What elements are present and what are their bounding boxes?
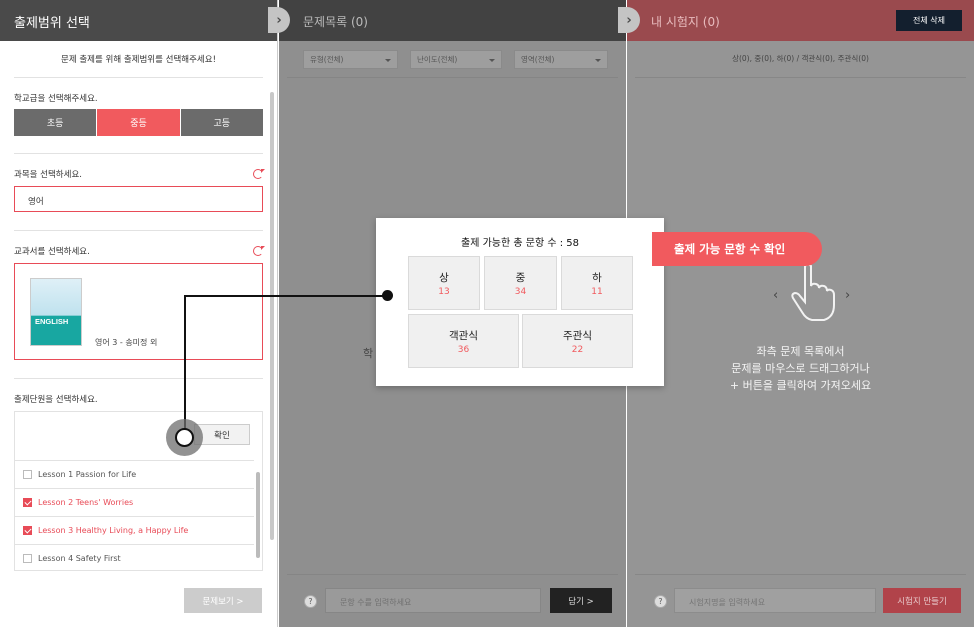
help-icon[interactable]: ? (654, 595, 667, 608)
cell-value: 22 (571, 345, 584, 355)
panel-title: 출제범위 선택 (0, 0, 277, 41)
school-level-tabs: 초등 중등 고등 (14, 109, 263, 136)
cell-label: 주관식 (563, 330, 592, 342)
cell-label: 하 (592, 272, 602, 284)
unit-item-label: Lesson 1 Passion for Life (38, 470, 137, 479)
unit-item[interactable]: Lesson 2 Teens' Worries (15, 488, 254, 516)
unit-list-scrollbar[interactable] (256, 472, 260, 558)
help-icon[interactable]: ? (304, 595, 317, 608)
subject-section: 과목을 선택하세요. 영어 (14, 154, 265, 231)
filter-bar: 유형(전체) 난이도(전체) 영역(전체) (303, 50, 608, 69)
textbook-label: 교과서를 선택하세요. (14, 247, 90, 257)
left-panel-scrollbar[interactable] (270, 92, 274, 540)
unit-label: 출제단원을 선택하세요. (14, 395, 98, 405)
checkbox-icon[interactable] (23, 554, 32, 563)
make-test-button[interactable]: 시험지 만들기 (883, 588, 961, 613)
unit-item-label: Lesson 2 Teens' Worries (38, 498, 134, 507)
view-questions-button[interactable]: 문제보기 > (184, 588, 262, 613)
level-button-high[interactable]: 고등 (180, 109, 263, 136)
cell-label: 중 (515, 272, 526, 284)
test-summary: 상(0), 중(0), 하(0) / 객관식(0), 주관식(0) (732, 54, 869, 63)
click-indicator-icon (166, 419, 203, 456)
unit-item[interactable]: Lesson 1 Passion for Life (15, 460, 254, 488)
hint-line: 좌측 문제 목록에서 (756, 345, 845, 358)
type-cell-multiple-choice: 객관식 36 (408, 314, 519, 368)
cell-value: 36 (457, 345, 470, 355)
chevron-left-icon: ‹ (773, 288, 779, 303)
school-level-section: 학교급을 선택해주세요. 초등 중등 고등 (14, 78, 263, 154)
area-filter-select[interactable]: 영역(전체) (514, 50, 608, 69)
divider (287, 574, 618, 575)
textbook-card[interactable]: ENGLISH 영어 3 - 송미정 외 (14, 263, 263, 360)
divider (287, 77, 618, 78)
delete-all-button[interactable]: 전체 삭제 (896, 10, 962, 31)
subject-label: 과목을 선택하세요. (14, 170, 82, 180)
unit-item-label: Lesson 4 Safety First (38, 554, 121, 563)
popup-title: 출제 가능한 총 문항 수 : 58 (461, 238, 579, 249)
cell-value: 34 (514, 287, 527, 297)
type-filter-select[interactable]: 유형(전체) (303, 50, 398, 69)
connector-line (184, 295, 388, 297)
refresh-icon[interactable] (253, 169, 265, 179)
my-test-panel: 내 시험지 (0) 전체 삭제 상(0), 중(0), 하(0) / 객관식(0… (627, 0, 974, 627)
drag-hint-text: 좌측 문제 목록에서 문제를 마우스로 드래그하거나 + 버튼을 클릭하여 가져… (627, 343, 974, 394)
hint-line: 문제를 마우스로 드래그하거나 (731, 362, 870, 375)
chevron-right-icon: › (845, 288, 851, 303)
checkbox-checked-icon[interactable] (23, 526, 32, 535)
cell-label: 상 (439, 272, 449, 284)
checkbox-checked-icon[interactable] (23, 498, 32, 507)
callout-badge: 출제 가능 문항 수 확인 (652, 232, 822, 266)
connector-dot (382, 290, 393, 301)
empty-list-text: 학 (363, 347, 374, 360)
notice-text: 문제 출제를 위해 출제범위를 선택해주세요! (14, 41, 263, 78)
test-name-input[interactable]: 시험지명을 입력하세요 (674, 588, 876, 613)
school-level-label: 학교급을 선택해주세요. (14, 94, 98, 104)
type-cell-short-answer: 주관식 22 (522, 314, 633, 368)
unit-section: 출제단원을 선택하세요. 확인 Lesson 1 Passion for Lif… (14, 379, 263, 571)
unit-list-box: 확인 Lesson 1 Passion for Life Lesson 2 Te… (14, 411, 263, 571)
textbook-section: 교과서를 선택하세요. ENGLISH 영어 3 - 송미정 외 (14, 231, 265, 379)
divider (635, 574, 966, 575)
divider (635, 77, 966, 78)
range-selection-panel: 출제범위 선택 문제 출제를 위해 출제범위를 선택해주세요! 학교급을 선택해… (0, 0, 278, 627)
unit-item-label: Lesson 3 Healthy Living, a Happy Life (38, 526, 189, 535)
refresh-icon[interactable] (253, 246, 265, 256)
add-questions-button[interactable]: 담기 > (550, 588, 612, 613)
unit-item[interactable]: Lesson 4 Safety First (15, 544, 254, 572)
difficulty-cell-high: 상 13 (408, 256, 480, 310)
connector-line (184, 296, 186, 438)
subject-select[interactable]: 영어 (14, 186, 263, 212)
question-count-popup: 출제 가능한 총 문항 수 : 58 상 13 중 34 하 11 객관식 36… (376, 218, 664, 386)
book-cover-image: ENGLISH (30, 278, 82, 346)
difficulty-cell-mid: 중 34 (484, 256, 557, 310)
level-button-middle[interactable]: 중등 (97, 109, 181, 136)
cell-value: 13 (438, 287, 450, 297)
textbook-name: 영어 3 - 송미정 외 (95, 338, 158, 347)
drag-hand-icon (791, 263, 835, 321)
level-button-elementary[interactable]: 초등 (14, 109, 98, 136)
question-count-input[interactable]: 문항 수를 입력하세요 (325, 588, 541, 613)
difficulty-filter-select[interactable]: 난이도(전체) (410, 50, 502, 69)
difficulty-cell-low: 하 11 (561, 256, 633, 310)
checkbox-icon[interactable] (23, 470, 32, 479)
hint-line: + 버튼을 클릭하여 가져오세요 (729, 379, 872, 392)
cell-label: 객관식 (449, 330, 478, 342)
book-cover-title: ENGLISH (35, 317, 69, 326)
cell-value: 11 (591, 287, 603, 297)
unit-item[interactable]: Lesson 3 Healthy Living, a Happy Life (15, 516, 254, 544)
question-list-title: 문제목록 (0) (279, 0, 626, 41)
unit-list: Lesson 1 Passion for Life Lesson 2 Teens… (15, 460, 254, 572)
